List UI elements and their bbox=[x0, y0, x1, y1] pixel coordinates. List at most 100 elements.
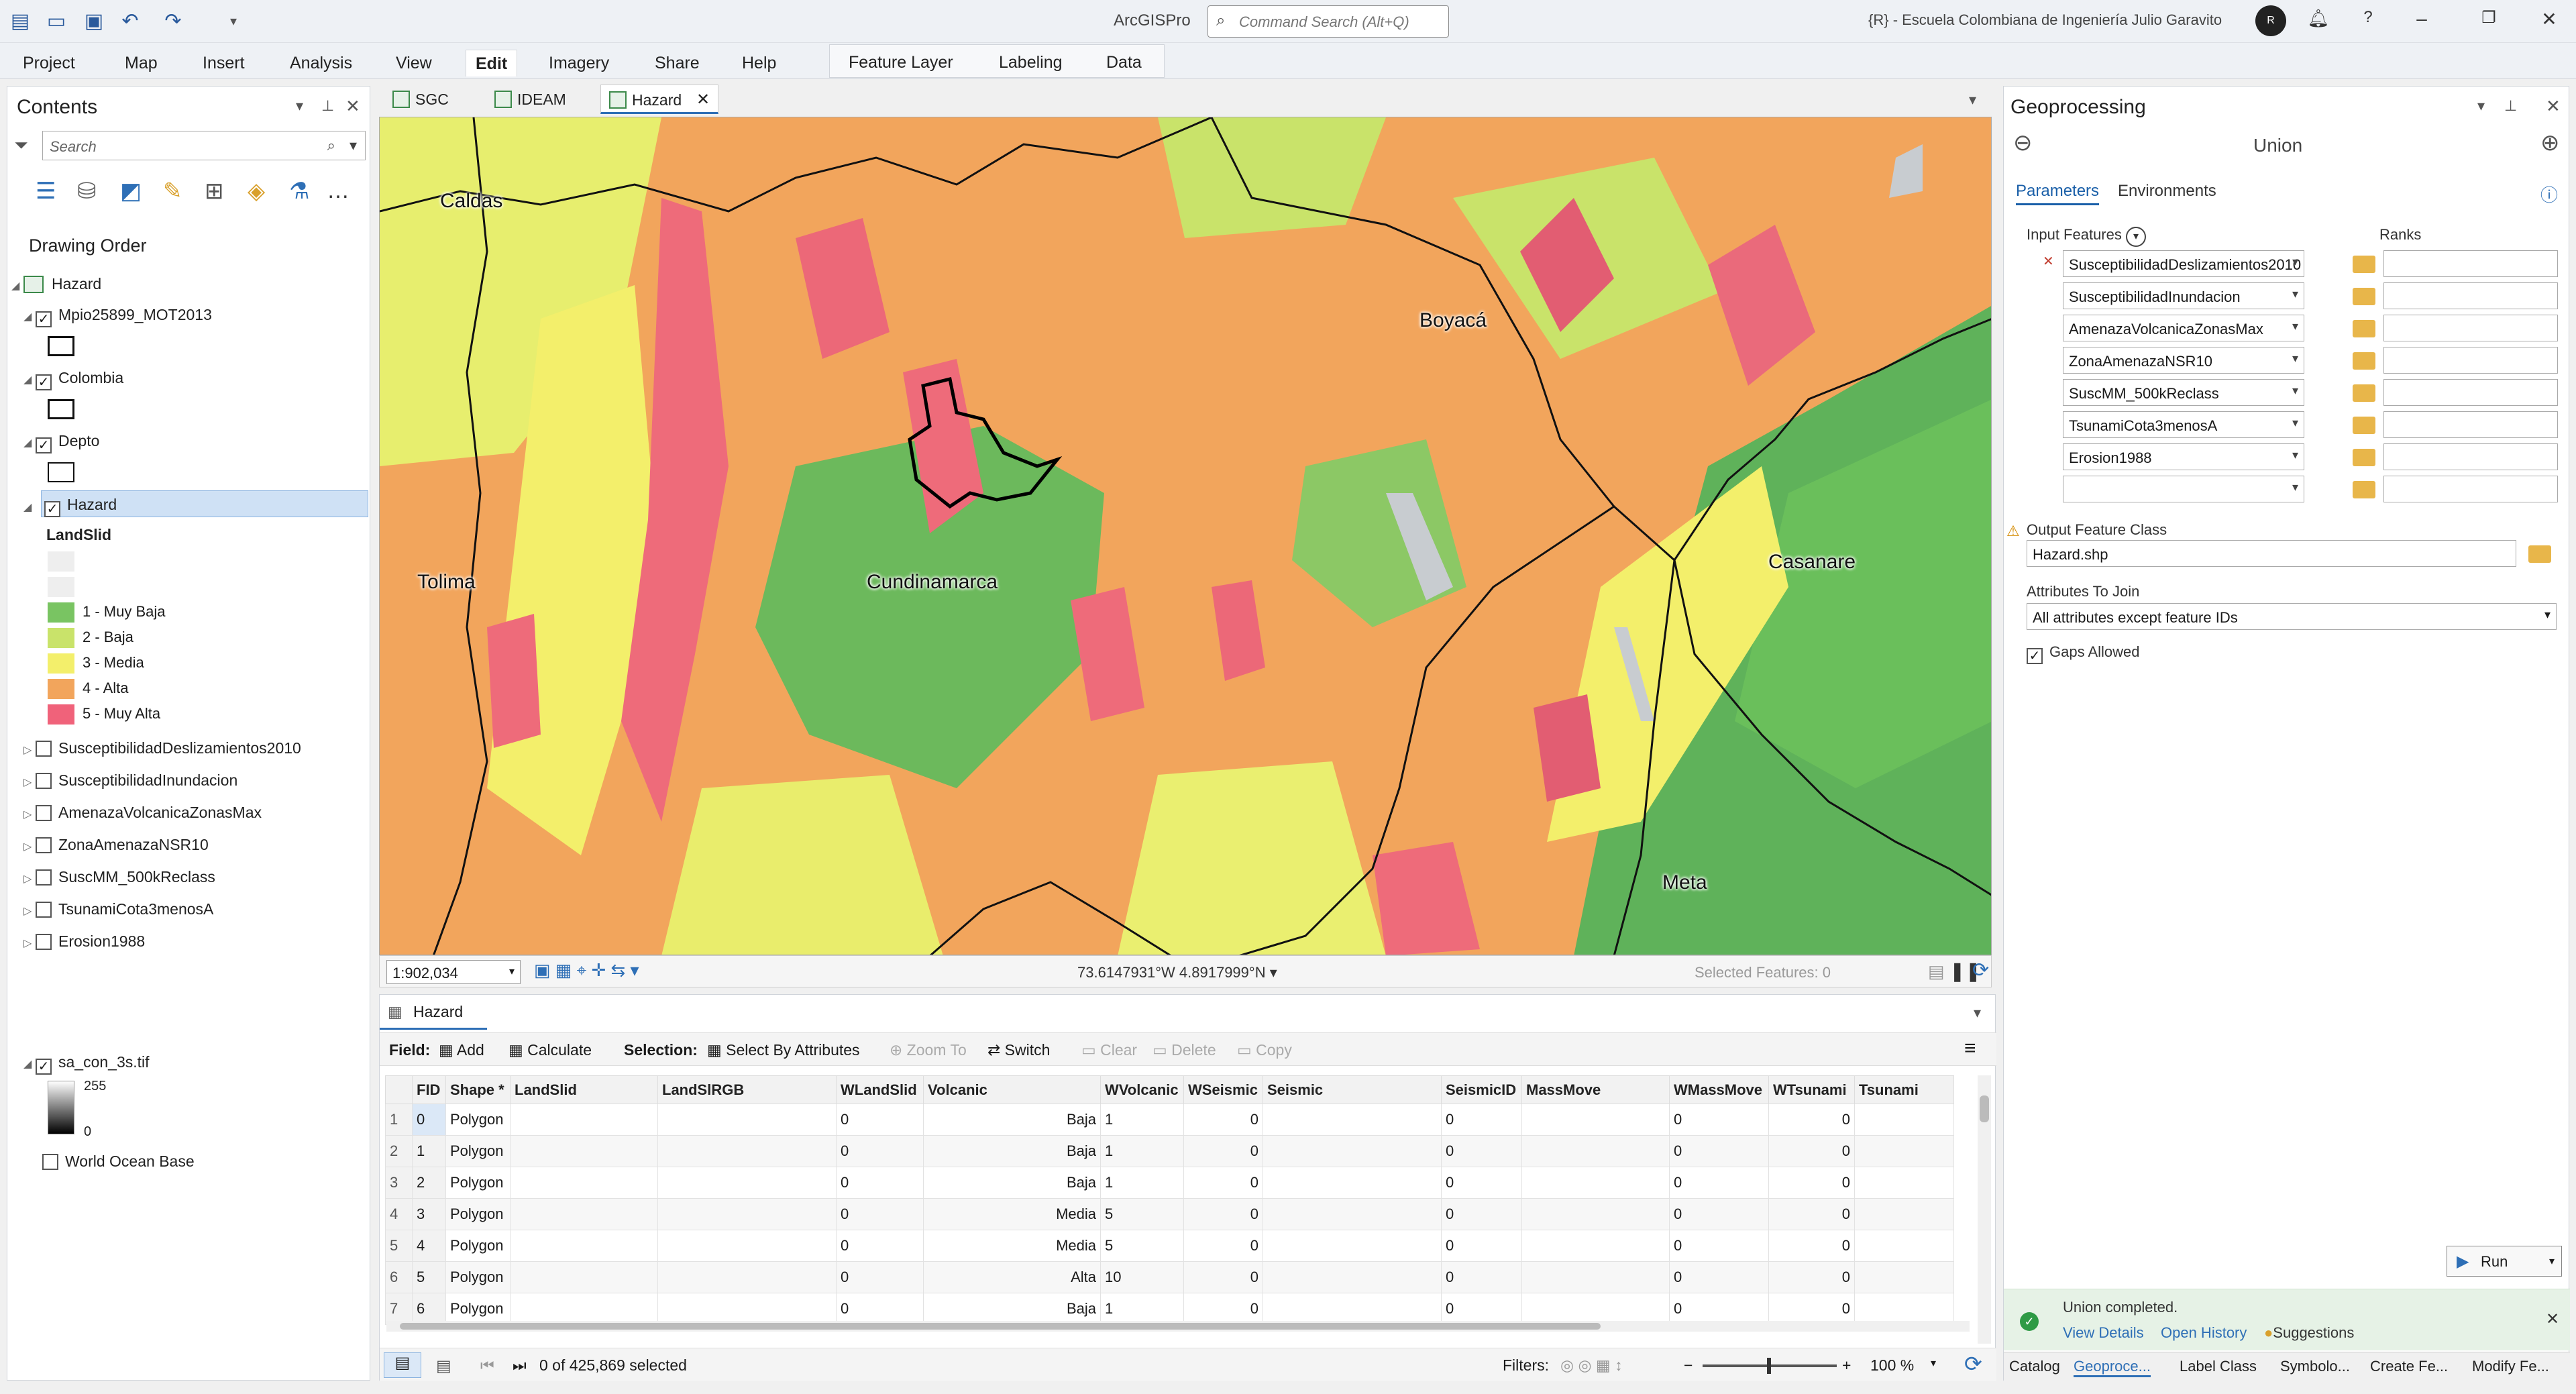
view-details-link[interactable]: View Details bbox=[2063, 1324, 2144, 1342]
chevron-down-icon[interactable]: ▾ bbox=[1931, 1356, 1936, 1370]
expand-icon[interactable]: ▷ bbox=[23, 930, 36, 957]
input-feature-select[interactable]: TsunamiCota3menosA ▾ bbox=[2063, 411, 2304, 438]
table-cell[interactable]: 0 bbox=[836, 1261, 924, 1293]
table-cell[interactable] bbox=[1263, 1167, 1442, 1199]
layer-checkbox[interactable] bbox=[36, 741, 52, 757]
expand-icon[interactable]: ▷ bbox=[23, 769, 36, 796]
expand-icon[interactable]: ▷ bbox=[23, 737, 36, 764]
column-header[interactable]: Tsunami bbox=[1854, 1075, 1954, 1104]
table-cell[interactable] bbox=[1521, 1135, 1670, 1167]
table-cell[interactable]: 0 bbox=[1768, 1293, 1855, 1325]
column-header[interactable]: MassMove bbox=[1521, 1075, 1670, 1104]
layer-row[interactable]: ▷ Erosion1988 bbox=[23, 928, 145, 955]
table-cell[interactable]: 1 bbox=[1100, 1293, 1184, 1325]
rank-input[interactable] bbox=[2383, 250, 2558, 277]
run-button[interactable]: ▶ Run ▾ bbox=[2447, 1246, 2562, 1277]
table-cell[interactable]: 0 bbox=[1183, 1104, 1263, 1136]
contents-search-input[interactable]: Search ⌕ ▾ bbox=[42, 131, 366, 160]
layer-depto[interactable]: ◢ ✓ Depto bbox=[23, 427, 99, 454]
column-header[interactable]: WLandSlid bbox=[836, 1075, 924, 1104]
table-cell[interactable]: 0 bbox=[1669, 1293, 1769, 1325]
tab-geoprocessing[interactable]: Geoproce... bbox=[2074, 1358, 2151, 1377]
row-number[interactable]: 7 bbox=[385, 1293, 413, 1325]
table-cell[interactable]: 0 bbox=[412, 1104, 446, 1136]
table-cell[interactable] bbox=[510, 1198, 658, 1230]
table-cell[interactable]: 0 bbox=[1669, 1230, 1769, 1262]
table-cell[interactable]: 6 bbox=[412, 1293, 446, 1325]
next-record-icon[interactable]: ⏭ bbox=[513, 1356, 527, 1375]
table-cell[interactable] bbox=[1263, 1104, 1442, 1136]
rank-input[interactable] bbox=[2383, 347, 2558, 374]
column-header[interactable]: Volcanic bbox=[923, 1075, 1101, 1104]
table-cell[interactable]: 0 bbox=[1441, 1104, 1522, 1136]
tab-map-ideam[interactable]: IDEAM bbox=[486, 85, 576, 114]
table-cell[interactable]: Baja bbox=[923, 1104, 1101, 1136]
table-cell[interactable]: 5 bbox=[412, 1261, 446, 1293]
table-cell[interactable] bbox=[1854, 1261, 1954, 1293]
column-header[interactable]: WVolcanic bbox=[1100, 1075, 1184, 1104]
vertical-scrollbar[interactable] bbox=[1978, 1075, 1991, 1344]
table-row[interactable]: 1 0 Polygon 0 Baja 1 0 0 0 0 bbox=[385, 1104, 1954, 1136]
tab-help[interactable]: Help bbox=[733, 50, 786, 76]
expand-icon[interactable]: ◢ bbox=[23, 492, 36, 519]
rank-input[interactable] bbox=[2383, 282, 2558, 309]
tab-modify-features[interactable]: Modify Fe... bbox=[2472, 1358, 2549, 1375]
rank-input[interactable] bbox=[2383, 476, 2558, 502]
list-by-drawing-order-icon[interactable]: ☰ bbox=[36, 178, 56, 205]
zoom-slider[interactable] bbox=[1703, 1358, 1837, 1374]
browse-folder-icon[interactable] bbox=[2353, 384, 2375, 402]
table-row[interactable]: 3 2 Polygon 0 Baja 1 0 0 0 0 bbox=[385, 1167, 1954, 1199]
tab-create-features[interactable]: Create Fe... bbox=[2370, 1358, 2448, 1375]
layer-checkbox[interactable] bbox=[36, 837, 52, 853]
table-cell[interactable]: Media bbox=[923, 1230, 1101, 1262]
layer-checkbox[interactable] bbox=[36, 869, 52, 886]
table-row[interactable]: 7 6 Polygon 0 Baja 1 0 0 0 0 bbox=[385, 1293, 1954, 1325]
output-feature-class-input[interactable]: Hazard.shp bbox=[2027, 540, 2516, 567]
chevron-down-icon[interactable]: ▾ bbox=[2126, 227, 2146, 247]
browse-folder-icon[interactable] bbox=[2353, 417, 2375, 434]
rank-input[interactable] bbox=[2383, 315, 2558, 341]
input-feature-select[interactable]: SuscMM_500kReclass ▾ bbox=[2063, 379, 2304, 406]
expand-icon[interactable]: ▷ bbox=[23, 898, 36, 925]
table-cell[interactable]: 0 bbox=[836, 1293, 924, 1325]
table-cell[interactable] bbox=[1521, 1198, 1670, 1230]
table-cell[interactable]: 0 bbox=[1183, 1293, 1263, 1325]
table-row[interactable]: 4 3 Polygon 0 Media 5 0 0 0 0 bbox=[385, 1198, 1954, 1230]
table-cell[interactable] bbox=[1263, 1261, 1442, 1293]
table-cell[interactable] bbox=[1521, 1104, 1670, 1136]
chevron-down-icon[interactable]: ▾ bbox=[1974, 1004, 1981, 1022]
add-icon[interactable]: ⊕ bbox=[2540, 129, 2560, 156]
table-cell[interactable] bbox=[510, 1135, 658, 1167]
table-cell[interactable] bbox=[510, 1293, 658, 1325]
legend-item[interactable]: 1 - Muy Baja bbox=[48, 600, 166, 623]
filter-icons[interactable]: ◎ ◎ ▦ ↕ bbox=[1560, 1356, 1623, 1375]
open-project-icon[interactable]: ▭ bbox=[44, 9, 68, 34]
table-cell[interactable]: 0 bbox=[1183, 1167, 1263, 1199]
notifications-bell-icon[interactable]: 🔔︎ bbox=[2305, 8, 2332, 29]
layer-checkbox[interactable] bbox=[42, 1154, 58, 1170]
layer-row[interactable]: ▷ SuscMM_500kReclass bbox=[23, 863, 215, 890]
layer-checkbox[interactable]: ✓ bbox=[36, 311, 52, 327]
tab-project[interactable]: Project bbox=[13, 50, 85, 76]
table-cell[interactable] bbox=[510, 1104, 658, 1136]
tab-label-class[interactable]: Label Class bbox=[2180, 1358, 2257, 1375]
table-cell[interactable]: 0 bbox=[836, 1135, 924, 1167]
help-icon[interactable]: ? bbox=[2355, 8, 2381, 27]
tab-map-hazard[interactable]: Hazard ✕ bbox=[600, 85, 719, 114]
table-cell[interactable] bbox=[657, 1230, 837, 1262]
table-cell[interactable]: 0 bbox=[1441, 1135, 1522, 1167]
table-cell[interactable]: Baja bbox=[923, 1293, 1101, 1325]
table-cell[interactable]: 0 bbox=[1768, 1198, 1855, 1230]
hazard-map-canvas[interactable] bbox=[380, 117, 1992, 955]
help-icon[interactable]: ⓘ bbox=[2540, 182, 2558, 207]
row-number[interactable]: 5 bbox=[385, 1230, 413, 1262]
layer-row[interactable]: ▷ ZonaAmenazaNSR10 bbox=[23, 831, 209, 858]
input-feature-select[interactable]: AmenazaVolcanicaZonasMax ▾ bbox=[2063, 315, 2304, 341]
legend-item[interactable]: 4 - Alta bbox=[48, 677, 128, 700]
table-cell[interactable] bbox=[1263, 1198, 1442, 1230]
table-cell[interactable]: 0 bbox=[1768, 1261, 1855, 1293]
table-cell[interactable]: 0 bbox=[1183, 1261, 1263, 1293]
chevron-down-icon[interactable]: ▾ bbox=[1969, 91, 1976, 109]
table-cell[interactable]: Polygon bbox=[445, 1230, 511, 1262]
layer-checkbox[interactable]: ✓ bbox=[36, 437, 52, 453]
